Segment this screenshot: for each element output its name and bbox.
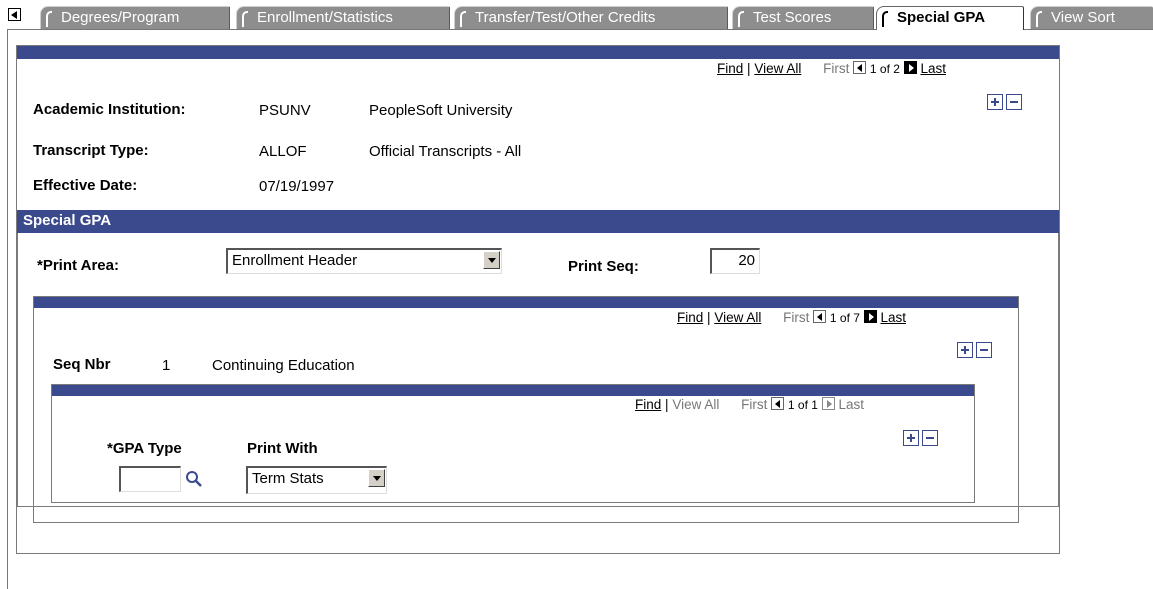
tab-label: Degrees/Program [61,9,180,26]
gpa-type-label: *GPA Type [107,440,182,457]
institution-label: Academic Institution: [33,101,186,118]
previous-row-icon[interactable] [853,61,867,74]
transcript-type-code: ALLOF [259,143,307,160]
seq-description: Continuing Education [212,357,355,374]
tab-label: View Sort [1051,9,1115,26]
tab-strip: Degrees/Program Enrollment/Statistics Tr… [0,0,1153,30]
last-link[interactable]: Last [880,310,906,325]
tab-special-gpa[interactable]: Special GPA [876,6,1024,30]
tab-label: Enrollment/Statistics [257,9,393,26]
delete-row-button[interactable] [1006,94,1022,110]
institution-code: PSUNV [259,102,311,119]
effective-date-value: 07/19/1997 [259,178,335,195]
delete-row-button[interactable] [922,430,938,446]
seq-nav: Find | View All First 1 of 7 Last [677,310,906,325]
transcript-type-label: Transcript Type: [33,142,149,159]
print-with-label: Print With [247,440,318,457]
first-label: First [823,61,850,76]
view-all-link: View All [672,397,720,412]
tab-label: Test Scores [753,9,832,26]
print-area-select[interactable]: Enrollment Header [226,248,502,274]
view-all-link[interactable]: View All [754,61,801,76]
add-row-button[interactable] [957,342,973,358]
nav-separator: | [707,310,711,325]
find-link[interactable]: Find [677,310,703,325]
institution-name: PeopleSoft University [369,102,513,119]
print-with-value: Term Stats [252,470,324,487]
gpa-type-input[interactable] [119,466,181,492]
first-label: First [741,397,768,412]
next-row-icon[interactable] [863,310,877,323]
tab-view-sort[interactable]: View Sort [1030,6,1153,29]
tab-label: Special GPA [897,9,986,26]
previous-row-icon[interactable] [813,310,827,323]
row-position: 1 of 7 [829,311,860,325]
transcript-type-name: Official Transcripts - All [369,143,522,160]
print-area-label: *Print Area: [37,257,119,274]
gpa-nav: Find | View All First 1 of 1 Last [635,397,864,412]
find-link[interactable]: Find [635,397,661,412]
special-gpa-title: Special GPA [17,210,1059,233]
tab-scroll-left-icon[interactable] [8,8,21,21]
row-position: 1 of 2 [869,62,900,76]
chevron-down-icon[interactable] [368,469,385,487]
tab-enrollment-statistics[interactable]: Enrollment/Statistics [236,6,450,29]
last-label: Last [838,397,864,412]
lookup-magnifier-icon[interactable] [185,470,203,488]
delete-row-button[interactable] [976,342,992,358]
first-label: First [783,310,810,325]
tab-test-scores[interactable]: Test Scores [732,6,874,29]
print-area-value: Enrollment Header [232,252,358,269]
nav-separator: | [747,61,751,76]
tab-degrees-program[interactable]: Degrees/Program [40,6,230,29]
next-row-icon[interactable] [903,61,917,74]
nav-separator: | [665,397,669,412]
previous-row-icon[interactable] [771,397,785,410]
outer-nav: Find | View All First 1 of 2 Last [717,61,946,76]
print-seq-input[interactable]: 20 [710,248,760,274]
find-link[interactable]: Find [717,61,743,76]
view-all-link[interactable]: View All [714,310,761,325]
print-seq-label: Print Seq: [568,258,639,275]
seq-nbr-label: Seq Nbr [53,356,111,373]
add-row-button[interactable] [903,430,919,446]
effective-date-label: Effective Date: [33,177,138,194]
add-row-button[interactable] [987,94,1003,110]
row-position: 1 of 1 [787,398,818,412]
tab-label: Transfer/Test/Other Credits [475,9,656,26]
seq-nbr-value: 1 [162,357,171,374]
tab-transfer-test-other-credits[interactable]: Transfer/Test/Other Credits [454,6,728,29]
print-with-select[interactable]: Term Stats [246,466,387,494]
next-row-icon [821,397,835,410]
last-link[interactable]: Last [920,61,946,76]
chevron-down-icon[interactable] [483,251,500,269]
